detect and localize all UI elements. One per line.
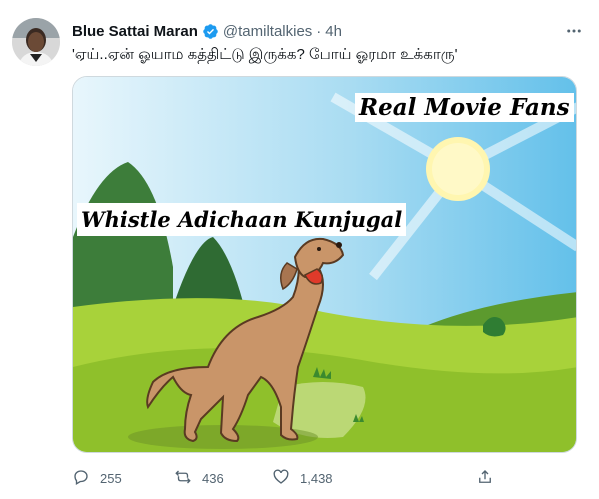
- tweet-actions: 255 436 1,438: [72, 466, 577, 490]
- caption-real-movie-fans: Real Movie Fans: [355, 93, 574, 122]
- author-name[interactable]: Blue Sattai Maran: [72, 23, 198, 40]
- reply-icon: [72, 468, 90, 489]
- tweet-header: Blue Sattai Maran @tamiltalkies · 4h: [72, 20, 342, 42]
- retweet-icon: [174, 468, 192, 489]
- share-button[interactable]: [476, 466, 494, 490]
- more-icon[interactable]: [560, 20, 588, 42]
- heart-icon: [272, 468, 290, 489]
- author-handle[interactable]: @tamiltalkies: [223, 23, 312, 40]
- reply-count: 255: [100, 470, 122, 486]
- timestamp[interactable]: 4h: [325, 23, 342, 40]
- tweet-text: 'ஏய்..ஏன் ஓயாம கத்திட்டு இருக்க? போய் ஓர…: [72, 46, 458, 63]
- avatar[interactable]: [12, 18, 60, 66]
- share-icon: [476, 468, 494, 489]
- caption-whistle-adichaan-kunjugal: Whistle Adichaan Kunjugal: [77, 203, 407, 236]
- like-count: 1,438: [300, 470, 333, 486]
- tweet-media-image[interactable]: Real Movie Fans Whistle Adichaan Kunjuga…: [72, 76, 577, 453]
- tweet-card[interactable]: Blue Sattai Maran @tamiltalkies · 4h 'ஏய…: [0, 0, 599, 499]
- reply-button[interactable]: 255: [72, 466, 122, 490]
- verified-badge-icon: [202, 23, 219, 40]
- cartoon-illustration: [73, 77, 576, 452]
- retweet-button[interactable]: 436: [174, 466, 224, 490]
- avatar-photo: [12, 18, 60, 66]
- like-button[interactable]: 1,438: [272, 466, 333, 490]
- separator-dot: ·: [316, 22, 322, 40]
- retweet-count: 436: [202, 470, 224, 486]
